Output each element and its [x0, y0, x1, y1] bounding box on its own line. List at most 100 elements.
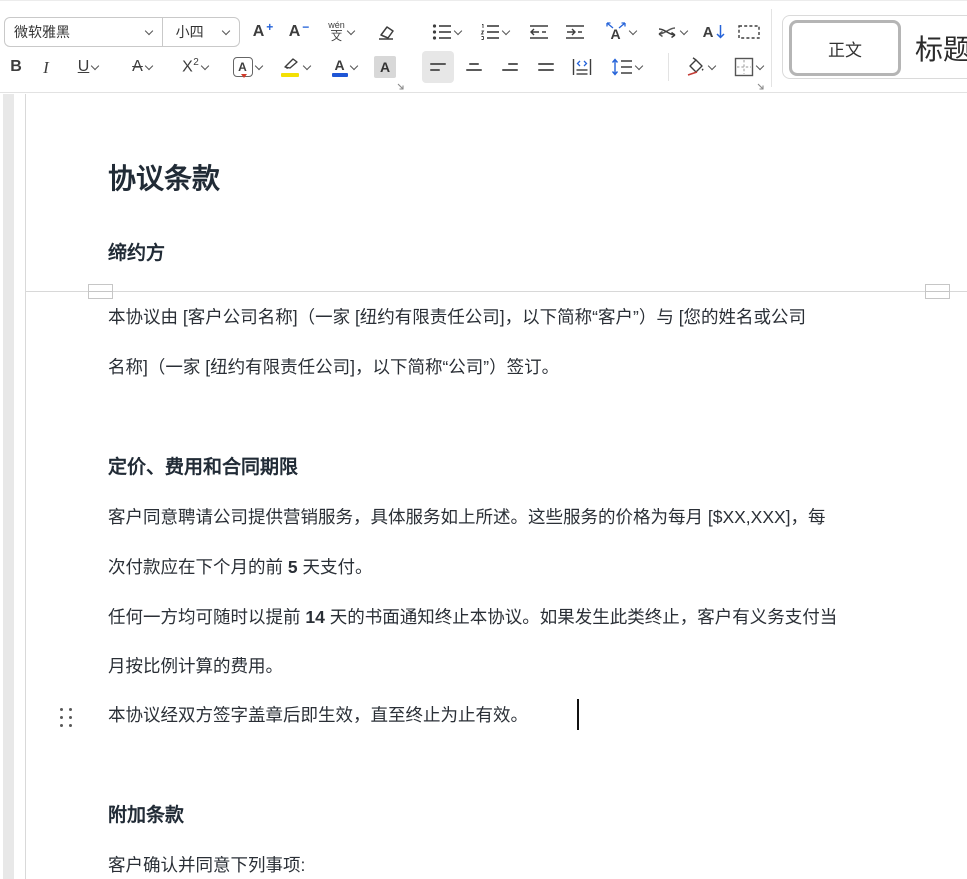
- chevron-down-icon: [254, 61, 262, 69]
- chevron-down-icon: [145, 61, 153, 69]
- character-shading-button[interactable]: A: [370, 51, 400, 83]
- bullet-list-button[interactable]: [424, 16, 468, 48]
- group-expand-icon[interactable]: [756, 82, 765, 91]
- chevron-down-icon: [453, 26, 461, 34]
- sort-icon: A: [703, 24, 714, 41]
- line-spacing-icon: [611, 58, 633, 76]
- style-title-option[interactable]: 标题: [915, 16, 967, 80]
- shading-button[interactable]: [676, 51, 722, 83]
- chevron-down-icon: [501, 26, 509, 34]
- paragraph-line[interactable]: 本协议由 [客户公司名称]（一家 [纽约有限责任公司]，以下简称“客户”）与 […: [108, 306, 806, 328]
- superscript-button[interactable]: X2: [174, 51, 216, 83]
- shrink-font-icon: A: [289, 24, 301, 40]
- character-shading-icon: A: [374, 56, 396, 78]
- doc-heading-pricing[interactable]: 定价、费用和合同期限: [108, 456, 298, 480]
- font-size-select[interactable]: 小四: [163, 18, 239, 46]
- borders-button[interactable]: [726, 51, 770, 83]
- section-divider-line: [26, 291, 967, 292]
- style-normal-label: 正文: [828, 36, 862, 61]
- chevron-down-icon: [144, 26, 152, 34]
- chevron-down-icon: [222, 26, 230, 34]
- distribute-button[interactable]: [566, 51, 598, 83]
- justify-button[interactable]: [530, 51, 562, 83]
- sort-arrow-icon: [716, 24, 725, 40]
- character-border-icon: A: [233, 57, 253, 77]
- superscript-icon: X2: [182, 58, 199, 75]
- chevron-down-icon: [91, 61, 99, 69]
- align-center-button[interactable]: [458, 51, 490, 83]
- tab-stops-button[interactable]: [734, 16, 764, 48]
- style-gallery: 正文 标题: [782, 15, 967, 79]
- borders-icon: [734, 57, 754, 77]
- clear-formatting-button[interactable]: [368, 16, 402, 48]
- italic-button[interactable]: I: [34, 51, 58, 83]
- font-family-select[interactable]: 微软雅黑: [5, 18, 162, 46]
- text-direction-button[interactable]: [648, 16, 694, 48]
- block-drag-handle-icon[interactable]: [60, 708, 76, 734]
- style-title-label: 标题: [915, 28, 967, 68]
- grow-font-icon: A: [253, 24, 265, 40]
- paragraph-line[interactable]: 客户确认并同意下列事项:: [108, 854, 305, 876]
- align-right-button[interactable]: [494, 51, 526, 83]
- eraser-icon: [374, 22, 396, 42]
- toolbar-gallery-divider: [771, 9, 772, 87]
- paragraph-line[interactable]: 任何一方均可随时以提前 14 天的书面通知终止本协议。如果发生此类终止，客户有义…: [108, 606, 837, 628]
- italic-icon: I: [43, 59, 49, 76]
- decrease-indent-button[interactable]: [524, 16, 554, 48]
- font-controls: 微软雅黑 小四: [4, 17, 240, 47]
- numbered-list-button[interactable]: [472, 16, 516, 48]
- app-window: 微软雅黑 小四 A + A − wén 文: [0, 0, 967, 879]
- doc-heading-additional[interactable]: 附加条款: [108, 804, 184, 828]
- margin-handle-right[interactable]: [925, 284, 950, 299]
- chevron-down-icon: [707, 61, 715, 69]
- doc-title[interactable]: 协议条款: [108, 162, 220, 196]
- paragraph-line[interactable]: 客户同意聘请公司提供营销服务，具体服务如上所述。这些服务的价格为每月 [$XX,…: [108, 506, 826, 528]
- chevron-down-icon: [628, 26, 636, 34]
- toolbar-subdivider: [668, 53, 669, 81]
- chevron-down-icon: [302, 61, 310, 69]
- highlighter-icon: [281, 58, 301, 77]
- align-left-button[interactable]: [422, 51, 454, 83]
- decrease-indent-icon: [529, 24, 549, 40]
- justify-icon: [538, 63, 554, 71]
- distribute-icon: [572, 58, 592, 76]
- minus-sign: −: [302, 20, 309, 34]
- paragraph-line[interactable]: 本协议经双方签字盖章后即生效，直至终止为止有效。: [108, 704, 528, 726]
- font-color-icon: A: [332, 58, 348, 77]
- bold-icon: B: [10, 59, 22, 75]
- chevron-down-icon: [201, 61, 209, 69]
- numbered-list-icon: [480, 23, 500, 41]
- paragraph-line[interactable]: 次付款应在下个月的前 5 天支付。: [108, 556, 372, 578]
- paragraph-line[interactable]: 月按比例计算的费用。: [108, 655, 283, 677]
- character-spacing-icon: A: [605, 21, 627, 43]
- sort-button[interactable]: A: [698, 16, 730, 48]
- line-spacing-button[interactable]: [602, 51, 650, 83]
- style-normal-selected[interactable]: 正文: [789, 20, 901, 76]
- underline-icon: U: [78, 59, 90, 75]
- increase-indent-button[interactable]: [560, 16, 590, 48]
- highlight-color-button[interactable]: [272, 51, 318, 83]
- paint-bucket-icon: [684, 57, 706, 77]
- increase-font-size-button[interactable]: A +: [246, 16, 280, 48]
- chevron-down-icon: [349, 61, 357, 69]
- strikethrough-button[interactable]: A: [120, 51, 164, 83]
- plus-sign: +: [266, 20, 273, 34]
- increase-indent-icon: [565, 24, 585, 40]
- canvas-gutter: [3, 94, 14, 879]
- group-expand-icon[interactable]: [396, 82, 405, 91]
- margin-handle-left[interactable]: [88, 284, 113, 299]
- strikethrough-icon: A: [132, 59, 143, 75]
- document-canvas[interactable]: 协议条款 缔约方 本协议由 [客户公司名称]（一家 [纽约有限责任公司]，以下简…: [0, 94, 967, 879]
- font-color-button[interactable]: A: [322, 51, 366, 83]
- phonetic-guide-button[interactable]: wén 文: [318, 16, 364, 48]
- chevron-down-icon: [755, 61, 763, 69]
- paragraph-line[interactable]: 名称]（一家 [纽约有限责任公司]，以下简称“公司”）签订。: [108, 356, 559, 378]
- wrap-arrows-icon: [656, 24, 678, 40]
- text-effect-button[interactable]: A: [224, 51, 270, 83]
- bold-button[interactable]: B: [2, 51, 30, 83]
- underline-button[interactable]: U: [66, 51, 110, 83]
- font-size-value: 小四: [176, 22, 204, 42]
- doc-heading-parties[interactable]: 缔约方: [108, 242, 165, 266]
- character-spacing-button[interactable]: A: [596, 16, 644, 48]
- decrease-font-size-button[interactable]: A −: [283, 16, 315, 48]
